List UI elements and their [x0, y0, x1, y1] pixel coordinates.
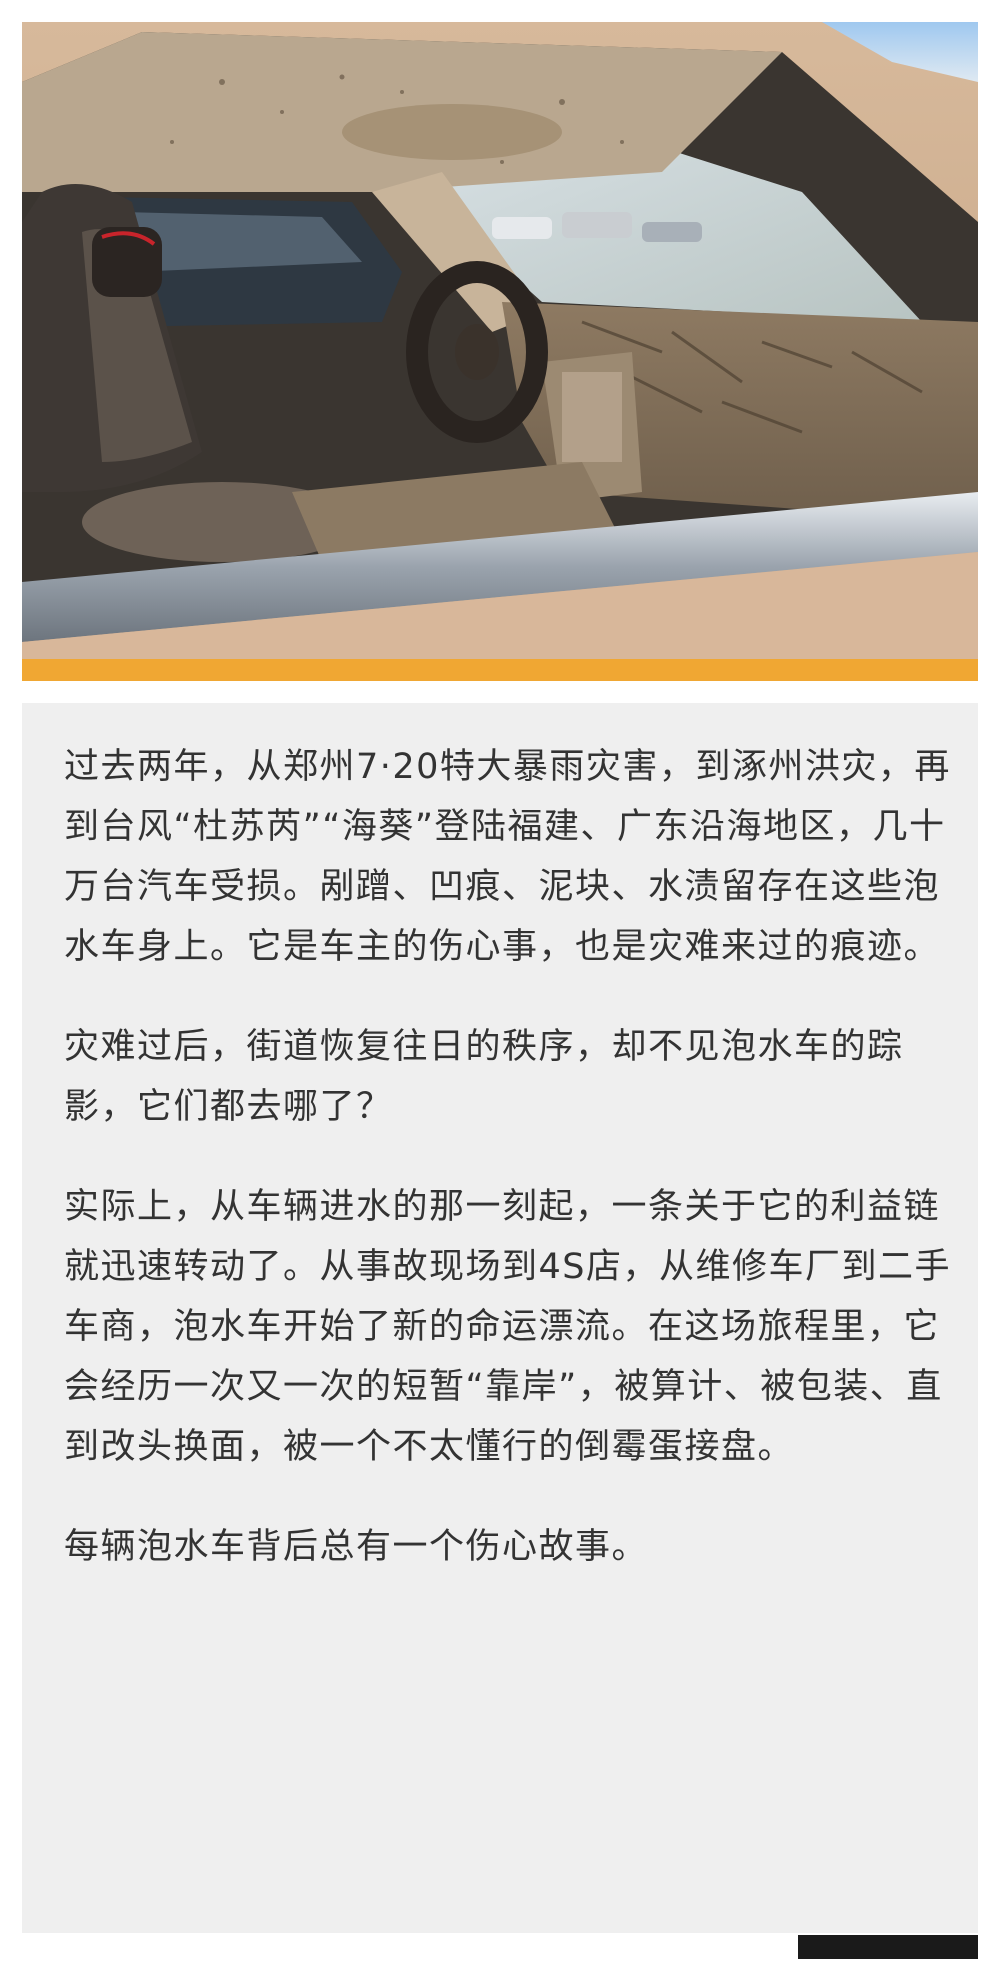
article-body: 过去两年，从郑州7·20特大暴雨灾害，到涿州洪灾，再到台风“杜苏芮”“海葵”登陆… [64, 737, 964, 1577]
article-text-card: 过去两年，从郑州7·20特大暴雨灾害，到涿州洪灾，再到台风“杜苏芮”“海葵”登陆… [22, 703, 978, 1933]
accent-bar [22, 659, 978, 681]
footer-bar [798, 1935, 978, 1959]
paragraph-3: 实际上，从车辆进水的那一刻起，一条关于它的利益链就迅速转动了。从事故现场到4S店… [64, 1187, 951, 1467]
flooded-car-interior-image [22, 22, 978, 659]
paragraph-4: 每辆泡水车背后总有一个伤心故事。 [64, 1527, 649, 1567]
paragraph-1: 过去两年，从郑州7·20特大暴雨灾害，到涿州洪灾，再到台风“杜苏芮”“海葵”登陆… [64, 747, 951, 967]
paragraph-2: 灾难过后，街道恢复往日的秩序，却不见泡水车的踪影，它们都去哪了？ [64, 1027, 904, 1127]
article-photo [22, 22, 978, 659]
